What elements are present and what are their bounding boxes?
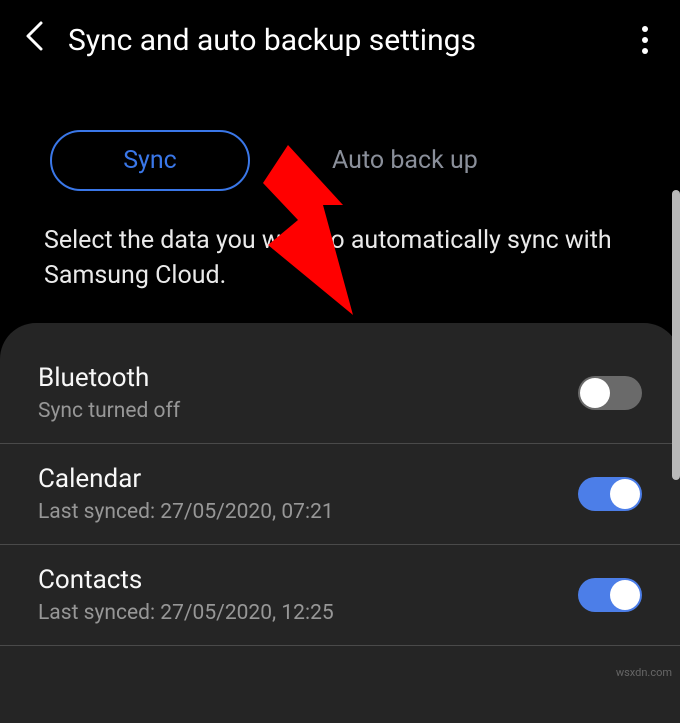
tab-auto-backup[interactable]: Auto back up <box>280 130 530 191</box>
toggle-bluetooth[interactable] <box>578 376 642 410</box>
back-icon[interactable] <box>24 20 44 60</box>
setting-contacts[interactable]: Contacts Last synced: 27/05/2020, 12:25 <box>0 545 680 646</box>
scrollbar[interactable] <box>672 190 680 480</box>
page-title: Sync and auto backup settings <box>68 23 610 58</box>
setting-subtitle: Sync turned off <box>38 399 578 423</box>
setting-subtitle: Last synced: 27/05/2020, 12:25 <box>38 601 578 625</box>
setting-bluetooth[interactable]: Bluetooth Sync turned off <box>0 353 680 444</box>
setting-title: Calendar <box>38 464 578 494</box>
setting-subtitle: Last synced: 27/05/2020, 07:21 <box>38 500 578 524</box>
setting-calendar[interactable]: Calendar Last synced: 27/05/2020, 07:21 <box>0 444 680 545</box>
tabs: Sync Auto back up <box>0 80 680 215</box>
description-text: Select the data you want to automaticall… <box>0 215 680 323</box>
setting-title: Contacts <box>38 565 578 595</box>
watermark: wsxdn.com <box>616 666 672 679</box>
more-icon[interactable] <box>634 22 656 58</box>
header: Sync and auto backup settings <box>0 0 680 80</box>
settings-panel: Bluetooth Sync turned off Calendar Last … <box>0 323 680 723</box>
setting-title: Bluetooth <box>38 363 578 393</box>
toggle-contacts[interactable] <box>578 578 642 612</box>
tab-sync[interactable]: Sync <box>50 130 250 191</box>
toggle-calendar[interactable] <box>578 477 642 511</box>
